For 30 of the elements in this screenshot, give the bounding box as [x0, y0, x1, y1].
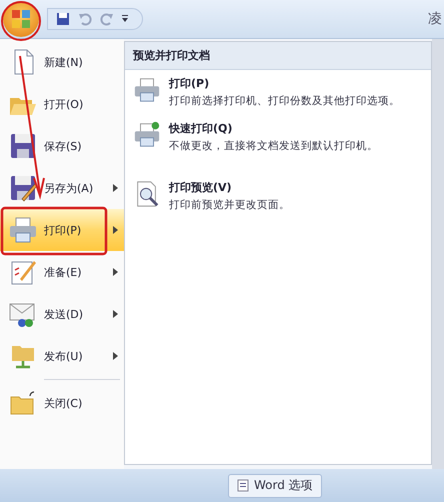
submenu-item[interactable]: 打印(P) 打印前选择打印机、打印份数及其他打印选项。 — [125, 70, 431, 115]
menu-item[interactable]: 打开(O) — [0, 83, 124, 125]
menu-item[interactable]: 关闭(C) — [0, 382, 124, 424]
printer-icon — [133, 76, 161, 104]
customize-icon[interactable] — [122, 14, 128, 24]
submenu-item-description: 打印前预览并更改页面。 — [169, 198, 291, 213]
submenu-item[interactable]: 快速打印(Q) 不做更改，直接将文档发送到默认打印机。 — [125, 115, 431, 160]
submenu-item[interactable]: 打印预览(V) 打印前预览并更改页面。 — [125, 174, 431, 219]
window-title: 凌 — [428, 10, 443, 28]
submenu-header: 预览并打印文档 — [125, 42, 431, 70]
options-button[interactable]: Word 选项 — [228, 474, 322, 498]
menu-item[interactable]: 准备(E) — [0, 251, 124, 293]
menu-item[interactable]: 发布(U) — [0, 335, 124, 377]
printer-icon — [8, 215, 38, 245]
menu-item[interactable]: 新建(N) — [0, 41, 124, 83]
office-logo-icon — [10, 8, 32, 30]
save-icon[interactable] — [56, 12, 70, 26]
options-icon — [237, 479, 249, 492]
submenu-item-title: 快速打印(Q) — [169, 121, 234, 136]
printer-check-icon — [133, 121, 161, 149]
submenu-item-title: 打印(P) — [169, 76, 210, 91]
submenu-item-description: 打印前选择打印机、打印份数及其他打印选项。 — [169, 94, 401, 109]
submenu-item-description: 不做更改，直接将文档发送到默认打印机。 — [169, 139, 379, 154]
submenu-item-title: 打印预览(V) — [169, 180, 233, 195]
menu-item[interactable]: 保存(S) — [0, 125, 124, 167]
menu-item[interactable]: 发送(D) — [0, 293, 124, 335]
annotation-circle — [1, 1, 41, 41]
floppy-pencil-icon — [8, 173, 38, 203]
menu-item[interactable]: 另存为(A) — [0, 167, 124, 209]
menu-item[interactable]: 打印(P) — [0, 209, 124, 251]
